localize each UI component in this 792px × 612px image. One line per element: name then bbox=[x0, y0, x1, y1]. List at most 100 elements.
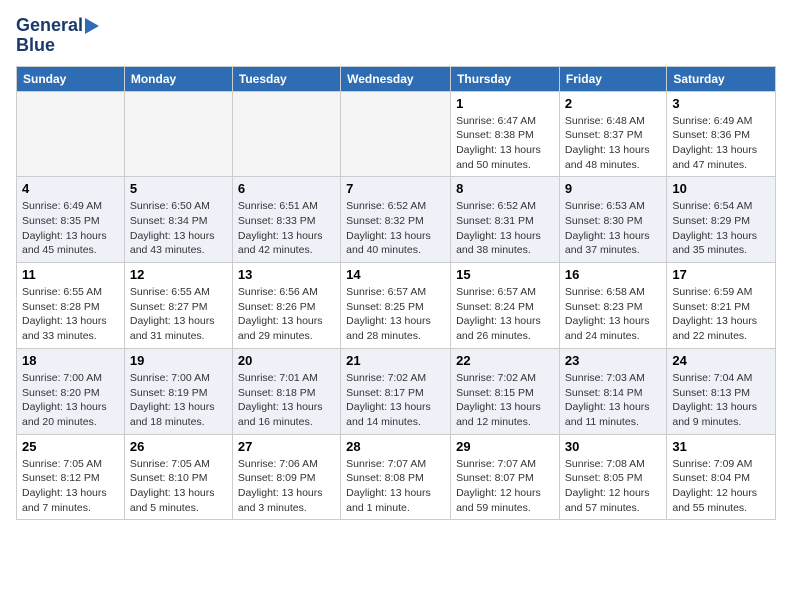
calendar-cell: 15 Sunrise: 6:57 AMSunset: 8:24 PMDayligh… bbox=[451, 263, 560, 349]
day-number: 9 bbox=[565, 181, 661, 196]
calendar-cell: 4 Sunrise: 6:49 AMSunset: 8:35 PMDaylight… bbox=[17, 177, 125, 263]
day-number: 25 bbox=[22, 439, 119, 454]
day-info: Sunrise: 6:56 AMSunset: 8:26 PMDaylight:… bbox=[238, 285, 335, 344]
day-number: 20 bbox=[238, 353, 335, 368]
calendar-cell: 22 Sunrise: 7:02 AMSunset: 8:15 PMDayligh… bbox=[451, 348, 560, 434]
day-info: Sunrise: 7:02 AMSunset: 8:15 PMDaylight:… bbox=[456, 371, 554, 430]
day-number: 7 bbox=[346, 181, 445, 196]
calendar-cell: 2 Sunrise: 6:48 AMSunset: 8:37 PMDaylight… bbox=[559, 91, 666, 177]
day-number: 31 bbox=[672, 439, 770, 454]
day-number: 17 bbox=[672, 267, 770, 282]
calendar-cell: 17 Sunrise: 6:59 AMSunset: 8:21 PMDayligh… bbox=[667, 263, 776, 349]
calendar-cell: 31Sunrise: 7:09 AMSunset: 8:04 PMDayligh… bbox=[667, 434, 776, 520]
calendar-cell: 27 Sunrise: 7:06 AMSunset: 8:09 PMDayligh… bbox=[232, 434, 340, 520]
logo-arrow-icon bbox=[85, 18, 99, 34]
col-header-sunday: Sunday bbox=[17, 66, 125, 91]
calendar-cell bbox=[124, 91, 232, 177]
calendar-cell: 28Sunrise: 7:07 AMSunset: 8:08 PMDayligh… bbox=[341, 434, 451, 520]
day-number: 15 bbox=[456, 267, 554, 282]
day-number: 16 bbox=[565, 267, 661, 282]
calendar-cell: 19 Sunrise: 7:00 AMSunset: 8:19 PMDayligh… bbox=[124, 348, 232, 434]
day-number: 30 bbox=[565, 439, 661, 454]
logo: General Blue bbox=[16, 16, 99, 56]
day-info: Sunrise: 6:59 AMSunset: 8:21 PMDaylight:… bbox=[672, 285, 770, 344]
calendar-cell bbox=[341, 91, 451, 177]
calendar-cell: 18 Sunrise: 7:00 AMSunset: 8:20 PMDayligh… bbox=[17, 348, 125, 434]
day-info: Sunrise: 6:51 AMSunset: 8:33 PMDaylight:… bbox=[238, 199, 335, 258]
calendar-cell: 12 Sunrise: 6:55 AMSunset: 8:27 PMDayligh… bbox=[124, 263, 232, 349]
day-number: 23 bbox=[565, 353, 661, 368]
calendar-cell: 21 Sunrise: 7:02 AMSunset: 8:17 PMDayligh… bbox=[341, 348, 451, 434]
day-number: 10 bbox=[672, 181, 770, 196]
day-number: 3 bbox=[672, 96, 770, 111]
calendar-cell bbox=[17, 91, 125, 177]
day-info: Sunrise: 7:08 AMSunset: 8:05 PMDaylight:… bbox=[565, 457, 661, 516]
calendar-week-row: 25 Sunrise: 7:05 AMSunset: 8:12 PMDayligh… bbox=[17, 434, 776, 520]
logo-general: General bbox=[16, 16, 83, 36]
col-header-friday: Friday bbox=[559, 66, 666, 91]
day-info: Sunrise: 6:55 AMSunset: 8:27 PMDaylight:… bbox=[130, 285, 227, 344]
day-number: 2 bbox=[565, 96, 661, 111]
day-info: Sunrise: 7:02 AMSunset: 8:17 PMDaylight:… bbox=[346, 371, 445, 430]
day-info: Sunrise: 7:03 AMSunset: 8:14 PMDaylight:… bbox=[565, 371, 661, 430]
day-info: Sunrise: 6:47 AMSunset: 8:38 PMDaylight:… bbox=[456, 114, 554, 173]
calendar-cell: 6 Sunrise: 6:51 AMSunset: 8:33 PMDaylight… bbox=[232, 177, 340, 263]
day-info: Sunrise: 7:05 AMSunset: 8:12 PMDaylight:… bbox=[22, 457, 119, 516]
calendar-header-row: SundayMondayTuesdayWednesdayThursdayFrid… bbox=[17, 66, 776, 91]
day-number: 21 bbox=[346, 353, 445, 368]
day-info: Sunrise: 6:48 AMSunset: 8:37 PMDaylight:… bbox=[565, 114, 661, 173]
calendar-cell: 29Sunrise: 7:07 AMSunset: 8:07 PMDayligh… bbox=[451, 434, 560, 520]
day-number: 11 bbox=[22, 267, 119, 282]
day-number: 12 bbox=[130, 267, 227, 282]
col-header-saturday: Saturday bbox=[667, 66, 776, 91]
calendar-cell: 8Sunrise: 6:52 AMSunset: 8:31 PMDaylight… bbox=[451, 177, 560, 263]
day-info: Sunrise: 7:06 AMSunset: 8:09 PMDaylight:… bbox=[238, 457, 335, 516]
calendar-cell: 13 Sunrise: 6:56 AMSunset: 8:26 PMDayligh… bbox=[232, 263, 340, 349]
calendar-week-row: 18 Sunrise: 7:00 AMSunset: 8:20 PMDayligh… bbox=[17, 348, 776, 434]
day-info: Sunrise: 6:52 AMSunset: 8:31 PMDaylight:… bbox=[456, 199, 554, 258]
day-info: Sunrise: 7:00 AMSunset: 8:19 PMDaylight:… bbox=[130, 371, 227, 430]
day-info: Sunrise: 7:07 AMSunset: 8:08 PMDaylight:… bbox=[346, 457, 445, 516]
day-number: 26 bbox=[130, 439, 227, 454]
calendar-cell: 26 Sunrise: 7:05 AMSunset: 8:10 PMDayligh… bbox=[124, 434, 232, 520]
day-info: Sunrise: 7:05 AMSunset: 8:10 PMDaylight:… bbox=[130, 457, 227, 516]
day-info: Sunrise: 7:07 AMSunset: 8:07 PMDaylight:… bbox=[456, 457, 554, 516]
day-info: Sunrise: 7:00 AMSunset: 8:20 PMDaylight:… bbox=[22, 371, 119, 430]
day-number: 13 bbox=[238, 267, 335, 282]
col-header-tuesday: Tuesday bbox=[232, 66, 340, 91]
day-info: Sunrise: 6:57 AMSunset: 8:25 PMDaylight:… bbox=[346, 285, 445, 344]
calendar-cell: 1 Sunrise: 6:47 AMSunset: 8:38 PMDaylight… bbox=[451, 91, 560, 177]
calendar-cell: 30 Sunrise: 7:08 AMSunset: 8:05 PMDayligh… bbox=[559, 434, 666, 520]
col-header-monday: Monday bbox=[124, 66, 232, 91]
day-info: Sunrise: 7:04 AMSunset: 8:13 PMDaylight:… bbox=[672, 371, 770, 430]
day-number: 14 bbox=[346, 267, 445, 282]
calendar-cell: 10 Sunrise: 6:54 AMSunset: 8:29 PMDayligh… bbox=[667, 177, 776, 263]
day-number: 22 bbox=[456, 353, 554, 368]
day-number: 27 bbox=[238, 439, 335, 454]
col-header-wednesday: Wednesday bbox=[341, 66, 451, 91]
day-info: Sunrise: 6:50 AMSunset: 8:34 PMDaylight:… bbox=[130, 199, 227, 258]
calendar-cell: 3Sunrise: 6:49 AMSunset: 8:36 PMDaylight… bbox=[667, 91, 776, 177]
day-number: 4 bbox=[22, 181, 119, 196]
calendar-cell: 23 Sunrise: 7:03 AMSunset: 8:14 PMDayligh… bbox=[559, 348, 666, 434]
calendar-cell: 11Sunrise: 6:55 AMSunset: 8:28 PMDayligh… bbox=[17, 263, 125, 349]
calendar-cell: 24 Sunrise: 7:04 AMSunset: 8:13 PMDayligh… bbox=[667, 348, 776, 434]
col-header-thursday: Thursday bbox=[451, 66, 560, 91]
day-number: 1 bbox=[456, 96, 554, 111]
page-header: General Blue bbox=[16, 16, 776, 56]
day-number: 19 bbox=[130, 353, 227, 368]
calendar-cell: 14 Sunrise: 6:57 AMSunset: 8:25 PMDayligh… bbox=[341, 263, 451, 349]
calendar-week-row: 4 Sunrise: 6:49 AMSunset: 8:35 PMDaylight… bbox=[17, 177, 776, 263]
calendar-week-row: 11Sunrise: 6:55 AMSunset: 8:28 PMDayligh… bbox=[17, 263, 776, 349]
day-number: 6 bbox=[238, 181, 335, 196]
logo-blue: Blue bbox=[16, 36, 55, 56]
day-info: Sunrise: 6:54 AMSunset: 8:29 PMDaylight:… bbox=[672, 199, 770, 258]
calendar-cell: 7Sunrise: 6:52 AMSunset: 8:32 PMDaylight… bbox=[341, 177, 451, 263]
calendar-cell: 20Sunrise: 7:01 AMSunset: 8:18 PMDayligh… bbox=[232, 348, 340, 434]
day-info: Sunrise: 6:49 AMSunset: 8:35 PMDaylight:… bbox=[22, 199, 119, 258]
calendar-cell: 25 Sunrise: 7:05 AMSunset: 8:12 PMDayligh… bbox=[17, 434, 125, 520]
day-info: Sunrise: 6:57 AMSunset: 8:24 PMDaylight:… bbox=[456, 285, 554, 344]
day-number: 24 bbox=[672, 353, 770, 368]
calendar-cell bbox=[232, 91, 340, 177]
day-number: 18 bbox=[22, 353, 119, 368]
